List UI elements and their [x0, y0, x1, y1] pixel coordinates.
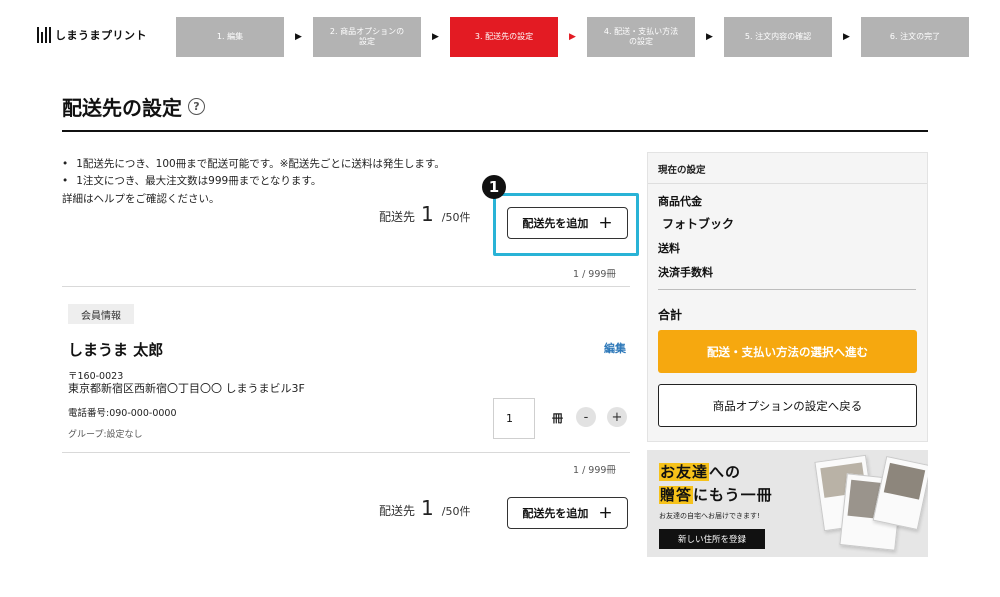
banner-subtext: お友達の自宅へお届けできます! — [659, 512, 760, 520]
banner-text: にもう一冊 — [693, 486, 773, 504]
product-cost-label: 商品代金 — [658, 195, 702, 208]
step-arrow-icon: ▶ — [843, 32, 850, 42]
group-setting: グループ:設定なし — [68, 430, 143, 440]
volume-count-top: 1 / 999冊 — [573, 269, 616, 280]
logo-mark-icon — [37, 27, 51, 43]
step-destination: 3. 配送先の設定 — [450, 17, 558, 57]
banner-highlight: お友達 — [659, 463, 710, 481]
shipping-label: 送料 — [658, 242, 680, 255]
page-title: 配送先の設定 ? — [62, 92, 205, 121]
add-destination-button-top[interactable]: 配送先を追加 + — [507, 207, 628, 239]
destination-counter-label: 配送先 — [379, 504, 416, 518]
step-edit: 1. 編集 — [176, 17, 284, 57]
step-complete: 6. 注文の完了 — [861, 17, 969, 57]
logo[interactable]: しまうまプリント — [37, 27, 147, 43]
quantity-input[interactable]: 1 — [493, 398, 535, 439]
member-name: しまうま 太郎 — [68, 341, 164, 359]
add-destination-label: 配送先を追加 — [522, 217, 589, 230]
quantity-minus-button[interactable]: - — [576, 407, 596, 427]
quantity-unit: 冊 — [552, 412, 563, 425]
summary-divider — [658, 289, 916, 290]
step-product-options: 2. 商品オプションの 設定 — [313, 17, 421, 57]
back-to-options-button[interactable]: 商品オプションの設定へ戻る — [658, 384, 917, 427]
step-arrow-icon: ▶ — [569, 32, 576, 42]
register-new-address-button[interactable]: 新しい住所を登録 — [659, 529, 765, 549]
summary-heading: 現在の設定 — [648, 153, 927, 184]
section-divider — [62, 286, 630, 287]
page-title-text: 配送先の設定 — [62, 96, 182, 120]
quantity-plus-button[interactable]: + — [607, 407, 627, 427]
destination-max: /50件 — [441, 211, 471, 224]
callout-badge: 1 — [482, 175, 506, 199]
step-arrow-icon: ▶ — [432, 32, 439, 42]
destination-counter-bottom: 配送先 1 /50件 — [379, 496, 470, 520]
note-item: 1注文につき、最大注文数は999冊までとなります。 — [62, 173, 445, 190]
banner-highlight: 贈答 — [659, 486, 694, 504]
order-summary-panel: 現在の設定 商品代金 フォトブック 送料 決済手数料 合計 配送・支払い方法の選… — [647, 152, 928, 442]
title-divider — [62, 130, 928, 132]
volume-count-bottom: 1 / 999冊 — [573, 465, 616, 476]
help-icon[interactable]: ? — [188, 98, 205, 115]
destination-count: 1 — [421, 202, 434, 226]
address: 東京都新宿区西新宿〇丁目〇〇 しまうまビル3F — [68, 382, 305, 395]
proceed-to-shipping-button[interactable]: 配送・支払い方法の選択へ進む — [658, 330, 917, 373]
step-confirm: 5. 注文内容の確認 — [724, 17, 832, 57]
plus-icon: + — [598, 502, 613, 523]
banner-text: への — [709, 463, 742, 481]
banner-headline-2: 贈答にもう一冊 — [659, 484, 773, 505]
gift-banner[interactable]: お友達への 贈答にもう一冊 お友達の自宅へお届けできます! 新しい住所を登録 — [647, 450, 928, 557]
total-label: 合計 — [658, 308, 683, 322]
notes: 1配送先につき、100冊まで配送可能です。※配送先ごとに送料は発生します。 1注… — [62, 156, 445, 208]
destination-counter-top: 配送先 1 /50件 — [379, 202, 470, 226]
banner-headline-1: お友達への — [659, 461, 741, 482]
photobook-image — [872, 455, 928, 531]
section-divider — [62, 452, 630, 453]
destination-counter-label: 配送先 — [379, 210, 416, 224]
progress-steps: 1. 編集 ▶ 2. 商品オプションの 設定 ▶ 3. 配送先の設定 ▶ 4. … — [176, 17, 969, 57]
add-destination-button-bottom[interactable]: 配送先を追加 + — [507, 497, 628, 529]
step-arrow-icon: ▶ — [295, 32, 302, 42]
phone-number: 電話番号:090-000-0000 — [68, 408, 177, 419]
destination-max: /50件 — [441, 505, 471, 518]
product-name: フォトブック — [662, 217, 735, 231]
logo-text: しまうまプリント — [55, 29, 147, 42]
edit-link[interactable]: 編集 — [604, 340, 626, 356]
plus-icon: + — [598, 212, 613, 233]
fee-label: 決済手数料 — [658, 266, 713, 279]
member-info-tag: 会員情報 — [68, 304, 134, 324]
add-destination-label: 配送先を追加 — [522, 507, 589, 520]
step-arrow-icon: ▶ — [706, 32, 713, 42]
note-item: 1配送先につき、100冊まで配送可能です。※配送先ごとに送料は発生します。 — [62, 156, 445, 173]
step-shipping-payment: 4. 配送・支払い方法 の設定 — [587, 17, 695, 57]
destination-count: 1 — [421, 496, 434, 520]
